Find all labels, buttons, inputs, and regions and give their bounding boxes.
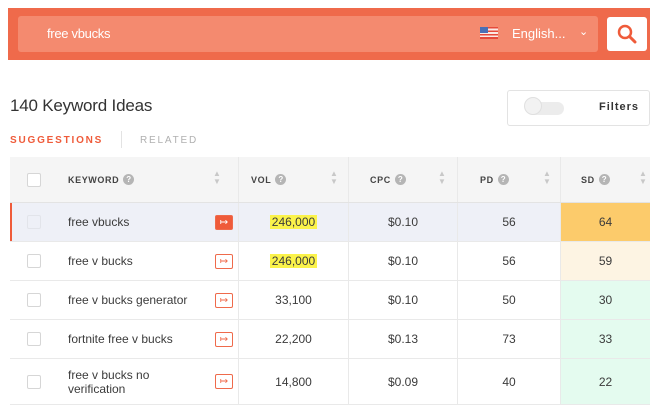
sd-cell: 64 — [560, 203, 650, 241]
info-icon[interactable]: ? — [497, 174, 509, 185]
page-title: 140 Keyword Ideas — [10, 96, 153, 115]
sd-cell: 22 — [560, 359, 650, 404]
filters-button[interactable]: Filters — [599, 101, 639, 113]
search-query[interactable]: free vbucks — [47, 26, 110, 41]
cpc-cell: $0.13 — [348, 320, 457, 358]
vol-value: 246,000 — [269, 215, 318, 229]
column-header-keyword[interactable]: KEYWORD ? ▲ ▼ — [57, 157, 238, 202]
pd-cell: 56 — [457, 203, 560, 241]
table-row[interactable]: fortnite free v bucks ↦ 22,200 $0.13 73 … — [10, 320, 650, 359]
sort-icon[interactable]: ▲ ▼ — [543, 170, 551, 186]
row-checkbox[interactable] — [26, 293, 41, 307]
pd-cell: 73 — [457, 320, 560, 358]
vol-cell: 246,000 — [238, 203, 348, 241]
table-header-row: KEYWORD ? ▲ ▼ VOL ? ▲ ▼ CPC ? ▲ ▼ PD ? ▲ ▼ S… — [10, 157, 650, 203]
open-keyword-arrow-icon[interactable]: ↦ — [215, 215, 233, 230]
vol-cell: 22,200 — [238, 320, 348, 358]
table-row[interactable]: free vbucks ↦ 246,000 $0.10 56 64 — [10, 203, 650, 242]
keyword-cell: fortnite free v bucks ↦ — [57, 320, 238, 358]
cpc-cell: $0.10 — [348, 203, 457, 241]
row-checkbox-cell — [10, 281, 57, 319]
open-keyword-arrow-icon[interactable]: ↦ — [215, 374, 233, 389]
cpc-cell: $0.10 — [348, 281, 457, 319]
column-label: VOL — [251, 174, 272, 185]
keyword-text[interactable]: fortnite free v bucks — [68, 332, 200, 346]
info-icon[interactable]: ? — [275, 174, 287, 185]
search-bar: free vbucks English... ⌄ — [8, 8, 650, 60]
tab-related[interactable]: RELATED — [140, 135, 198, 146]
tab-suggestions[interactable]: SUGGESTIONS — [10, 135, 103, 146]
cpc-cell: $0.10 — [348, 242, 457, 280]
row-checkbox-cell — [10, 320, 57, 358]
keyword-table: KEYWORD ? ▲ ▼ VOL ? ▲ ▼ CPC ? ▲ ▼ PD ? ▲ ▼ S… — [10, 157, 650, 405]
column-label: SD — [581, 174, 595, 185]
search-button[interactable] — [607, 17, 647, 51]
sort-icon[interactable]: ▲ ▼ — [213, 170, 221, 186]
search-input[interactable]: free vbucks English... ⌄ — [18, 16, 598, 52]
chevron-down-icon[interactable]: ⌄ — [579, 25, 588, 38]
cpc-cell: $0.09 — [348, 359, 457, 404]
info-icon[interactable]: ? — [598, 174, 610, 185]
row-checkbox[interactable] — [26, 215, 41, 229]
pd-cell: 50 — [457, 281, 560, 319]
column-header-vol[interactable]: VOL ? ▲ ▼ — [238, 157, 348, 202]
us-flag-icon — [480, 27, 498, 39]
keyword-cell: free v bucks generator ↦ — [57, 281, 238, 319]
vol-cell: 246,000 — [238, 242, 348, 280]
search-icon — [617, 24, 637, 44]
sort-icon[interactable]: ▲ ▼ — [639, 170, 647, 186]
sort-icon[interactable]: ▲ ▼ — [438, 170, 446, 186]
open-keyword-arrow-icon[interactable]: ↦ — [215, 254, 233, 269]
row-checkbox[interactable] — [26, 254, 41, 268]
row-checkbox-cell — [10, 203, 57, 241]
sd-cell: 30 — [560, 281, 650, 319]
tab-divider — [121, 131, 122, 148]
keyword-cell: free v bucks no verification ↦ — [57, 359, 238, 404]
keyword-text[interactable]: free vbucks — [68, 215, 200, 229]
vol-cell: 33,100 — [238, 281, 348, 319]
table-row[interactable]: free v bucks generator ↦ 33,100 $0.10 50… — [10, 281, 650, 320]
row-checkbox[interactable] — [26, 374, 41, 389]
header-checkbox-cell — [10, 157, 57, 202]
keyword-cell: free v bucks ↦ — [57, 242, 238, 280]
pd-cell: 56 — [457, 242, 560, 280]
toggle-knob[interactable] — [524, 97, 542, 115]
row-checkbox-cell — [10, 242, 57, 280]
vol-cell: 14,800 — [238, 359, 348, 404]
table-row[interactable]: free v bucks ↦ 246,000 $0.10 56 59 — [10, 242, 650, 281]
sd-cell: 33 — [560, 320, 650, 358]
open-keyword-arrow-icon[interactable]: ↦ — [215, 293, 233, 308]
column-header-pd[interactable]: PD ? ▲ ▼ — [457, 157, 560, 202]
filters-panel: Filters — [507, 90, 650, 126]
column-label: CPC — [370, 174, 391, 185]
sort-icon[interactable]: ▲ ▼ — [330, 170, 338, 186]
table-row[interactable]: free v bucks no verification ↦ 14,800 $0… — [10, 359, 650, 405]
info-icon[interactable]: ? — [394, 174, 406, 185]
column-header-sd[interactable]: SD ? ▲ ▼ — [560, 157, 650, 202]
keyword-text[interactable]: free v bucks generator — [68, 293, 200, 307]
vol-value: 246,000 — [269, 254, 318, 268]
sd-cell: 59 — [560, 242, 650, 280]
row-checkbox[interactable] — [26, 332, 41, 346]
column-header-cpc[interactable]: CPC ? ▲ ▼ — [348, 157, 457, 202]
language-select[interactable]: English... — [512, 26, 565, 41]
row-checkbox-cell — [10, 359, 57, 404]
keyword-text[interactable]: free v bucks no verification — [68, 368, 200, 396]
keyword-text[interactable]: free v bucks — [68, 254, 200, 268]
open-keyword-arrow-icon[interactable]: ↦ — [215, 332, 233, 347]
pd-cell: 40 — [457, 359, 560, 404]
select-all-checkbox[interactable] — [26, 172, 41, 187]
column-label: PD — [480, 174, 494, 185]
keyword-cell: free vbucks ↦ — [57, 203, 238, 241]
column-label: KEYWORD — [68, 174, 120, 185]
info-icon[interactable]: ? — [123, 174, 135, 185]
